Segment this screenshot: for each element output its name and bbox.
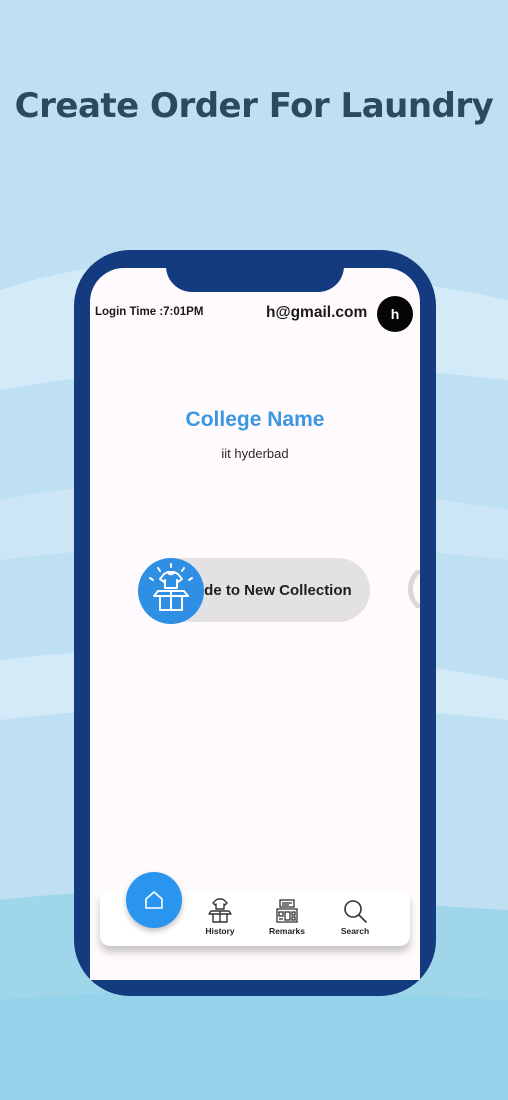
login-time-label: Login Time :7:01PM xyxy=(95,306,204,318)
nav-history-label: History xyxy=(205,926,235,936)
slider-label: ide to New Collection xyxy=(200,582,352,599)
nav-remarks[interactable]: Remarks xyxy=(257,898,317,936)
college-name-value: iit hyderbad xyxy=(221,446,289,461)
search-icon xyxy=(344,900,367,923)
phone-notch xyxy=(166,250,344,292)
user-email: h@gmail.com xyxy=(266,304,368,321)
phone-screen-bottom xyxy=(90,958,420,980)
home-icon xyxy=(145,891,163,909)
college-name-title: College Name xyxy=(185,408,325,431)
nav-search-label: Search xyxy=(340,926,370,936)
avatar-initial: h xyxy=(390,306,400,322)
slider-knob[interactable] xyxy=(138,558,204,624)
laundry-box-icon xyxy=(208,898,232,923)
slider-end-indicator xyxy=(404,570,420,608)
page-headline: Create Order For Laundry xyxy=(14,86,494,126)
nav-remarks-label: Remarks xyxy=(269,926,305,936)
remarks-icon xyxy=(276,899,298,923)
nav-search[interactable]: Search xyxy=(325,898,385,936)
home-button[interactable] xyxy=(126,872,182,928)
avatar[interactable]: h xyxy=(377,296,413,332)
laundry-box-icon xyxy=(149,563,193,611)
nav-history[interactable]: History xyxy=(190,898,250,936)
